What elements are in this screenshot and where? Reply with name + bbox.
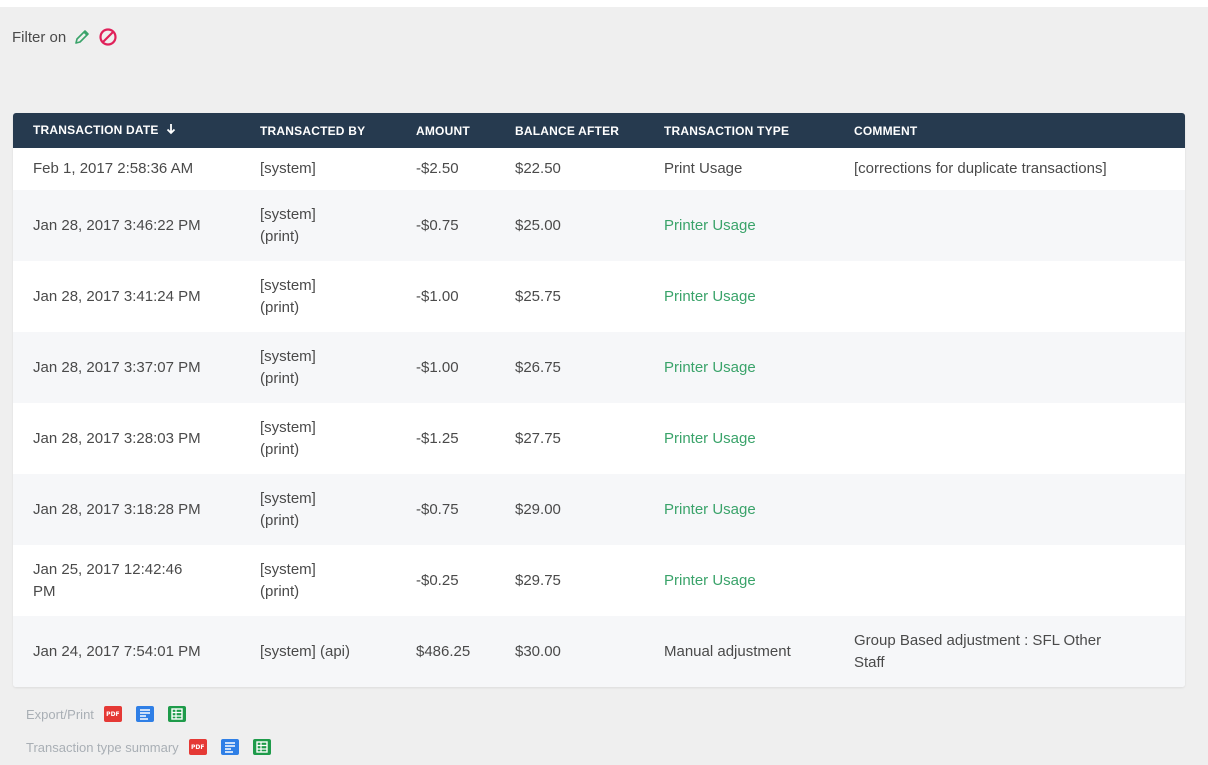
comment-line: Staff (854, 653, 885, 671)
cell-transacted-by: [system] (print) (240, 545, 396, 616)
cell-transacted-by: [system] (print) (240, 332, 396, 403)
cell-date: Jan 24, 2017 7:54:01 PM (13, 616, 240, 687)
table-row: Jan 28, 2017 3:37:07 PM [system] (print) … (13, 332, 1185, 403)
column-header-balance-after[interactable]: BALANCE AFTER (495, 113, 644, 148)
cell-type: Print Usage (644, 148, 834, 190)
table-row: Jan 24, 2017 7:54:01 PM [system] (api) $… (13, 616, 1185, 687)
cell-amount: -$2.50 (396, 148, 495, 190)
cell-amount: $486.25 (396, 616, 495, 687)
column-header-amount[interactable]: AMOUNT (396, 113, 495, 148)
column-header-transacted-by[interactable]: TRANSACTED BY (240, 113, 396, 148)
table-header-row: TRANSACTION DATE TRANSACTED BY AMOUNT BA… (13, 113, 1185, 148)
comment-line: Group Based adjustment : SFL Other (854, 631, 1102, 649)
transactions-panel: Filter on TRANSACTION DATE TRANSACTED BY… (0, 7, 1208, 765)
cell-type-link[interactable]: Printer Usage (644, 332, 834, 403)
transactions-table: TRANSACTION DATE TRANSACTED BY AMOUNT BA… (13, 113, 1185, 687)
cell-balance: $22.50 (495, 148, 644, 190)
cell-balance: $29.00 (495, 474, 644, 545)
cell-amount: -$0.25 (396, 545, 495, 616)
transacted-by-line: (print) (260, 298, 300, 316)
cell-type-link[interactable]: Printer Usage (644, 474, 834, 545)
cell-transacted-by: [system] (print) (240, 190, 396, 261)
transacted-by-line: (print) (260, 440, 300, 458)
cell-comment: Group Based adjustment : SFL Other Staff (834, 616, 1185, 687)
date-line: Jan 25, 2017 12:42:46 (33, 560, 183, 578)
table-row: Jan 25, 2017 12:42:46 PM [system] (print) … (13, 545, 1185, 616)
cell-amount: -$1.25 (396, 403, 495, 474)
cell-amount: -$1.00 (396, 332, 495, 403)
cell-date: Jan 28, 2017 3:28:03 PM (13, 403, 240, 474)
cell-transacted-by: [system] (print) (240, 474, 396, 545)
cell-transacted-by: [system] (print) (240, 261, 396, 332)
cell-transacted-by: [system] (api) (240, 616, 396, 687)
transacted-by-line: (print) (260, 582, 300, 600)
cell-balance: $27.75 (495, 403, 644, 474)
spreadsheet-icon[interactable] (167, 706, 186, 722)
sort-descending-icon (166, 123, 176, 138)
cell-comment (834, 190, 1185, 261)
cell-comment: [corrections for duplicate transactions] (834, 148, 1185, 190)
transacted-by-line: (print) (260, 227, 300, 245)
cell-date: Jan 28, 2017 3:46:22 PM (13, 190, 240, 261)
table-row: Feb 1, 2017 2:58:36 AM [system] -$2.50 $… (13, 148, 1185, 190)
transaction-type-summary-label: Transaction type summary (26, 739, 179, 755)
cell-transacted-by: [system] (240, 148, 396, 190)
export-print-row: Export/Print PDF (26, 704, 200, 724)
filter-label: Filter on (12, 28, 67, 46)
cell-type: Manual adjustment (644, 616, 834, 687)
date-line: PM (33, 582, 56, 600)
spreadsheet-icon[interactable] (252, 739, 271, 755)
transacted-by-line: [system] (260, 205, 316, 223)
filter-bar: Filter on (12, 26, 118, 48)
cell-date: Feb 1, 2017 2:58:36 AM (13, 148, 240, 190)
cell-amount: -$1.00 (396, 261, 495, 332)
pdf-icon[interactable]: PDF (188, 739, 207, 755)
column-header-transaction-date[interactable]: TRANSACTION DATE (13, 113, 240, 148)
cell-transacted-by: [system] (print) (240, 403, 396, 474)
cell-balance: $25.00 (495, 190, 644, 261)
column-header-comment[interactable]: COMMENT (834, 113, 1185, 148)
column-header-transaction-type[interactable]: TRANSACTION TYPE (644, 113, 834, 148)
table-row: Jan 28, 2017 3:46:22 PM [system] (print) … (13, 190, 1185, 261)
column-header-label: TRANSACTION DATE (33, 123, 159, 137)
transacted-by-line: [system] (260, 489, 316, 507)
cell-date: Jan 28, 2017 3:37:07 PM (13, 332, 240, 403)
cell-comment (834, 332, 1185, 403)
cell-comment (834, 403, 1185, 474)
transacted-by-line: (print) (260, 369, 300, 387)
cell-date: Jan 28, 2017 3:18:28 PM (13, 474, 240, 545)
cell-comment (834, 261, 1185, 332)
table-row: Jan 28, 2017 3:41:24 PM [system] (print) … (13, 261, 1185, 332)
cell-amount: -$0.75 (396, 474, 495, 545)
cell-date: Jan 28, 2017 3:41:24 PM (13, 261, 240, 332)
transacted-by-line: [system] (260, 560, 316, 578)
edit-pencil-icon[interactable] (72, 27, 92, 47)
document-icon[interactable] (220, 739, 239, 755)
export-print-label: Export/Print (26, 706, 94, 722)
cell-type-link[interactable]: Printer Usage (644, 545, 834, 616)
cell-type-link[interactable]: Printer Usage (644, 190, 834, 261)
transacted-by-line: [system] (260, 276, 316, 294)
cell-date: Jan 25, 2017 12:42:46 PM (13, 545, 240, 616)
pdf-icon[interactable]: PDF (103, 706, 122, 722)
cell-amount: -$0.75 (396, 190, 495, 261)
cell-balance: $26.75 (495, 332, 644, 403)
cell-comment (834, 545, 1185, 616)
transaction-type-summary-row: Transaction type summary PDF (26, 737, 285, 757)
transacted-by-line: [system] (260, 347, 316, 365)
cell-type-link[interactable]: Printer Usage (644, 403, 834, 474)
transacted-by-line: [system] (260, 418, 316, 436)
cell-comment (834, 474, 1185, 545)
cell-type-link[interactable]: Printer Usage (644, 261, 834, 332)
table-row: Jan 28, 2017 3:18:28 PM [system] (print) … (13, 474, 1185, 545)
transacted-by-line: (print) (260, 511, 300, 529)
cell-balance: $25.75 (495, 261, 644, 332)
document-icon[interactable] (135, 706, 154, 722)
cell-balance: $30.00 (495, 616, 644, 687)
clear-filter-icon[interactable] (98, 27, 118, 47)
cell-balance: $29.75 (495, 545, 644, 616)
table-row: Jan 28, 2017 3:28:03 PM [system] (print) … (13, 403, 1185, 474)
